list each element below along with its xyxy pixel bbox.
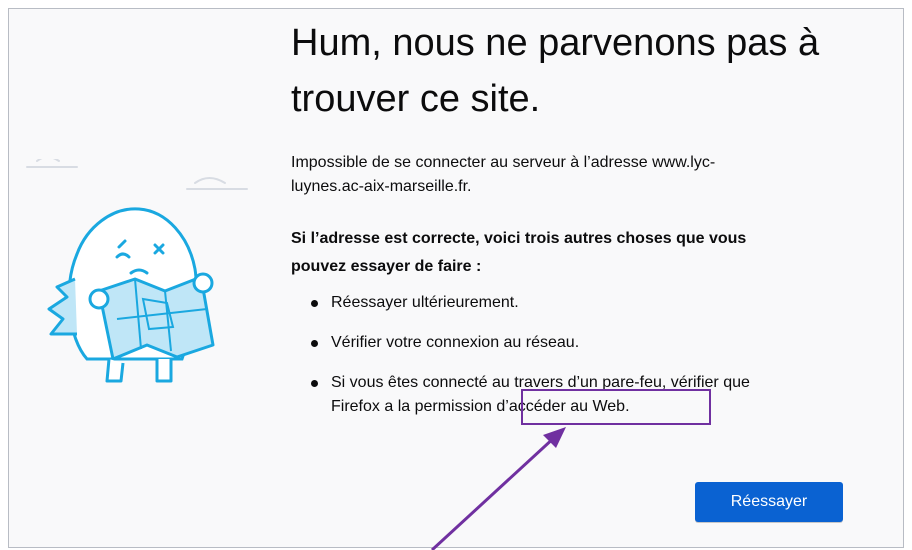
page-title: Hum, nous ne parvenons pas à trouver ce … <box>291 15 891 127</box>
list-item-text: Firefox a la permission d’accéder au Web… <box>331 398 630 415</box>
bullet-icon <box>311 340 318 347</box>
error-description: Impossible de se connecter au serveur à … <box>291 151 851 199</box>
bullet-icon <box>311 300 318 307</box>
list-item-text: Vérifier votre connexion au réseau. <box>331 334 580 351</box>
bullet-icon <box>311 380 318 387</box>
suggestions-heading-line: pouvez essayer de faire : <box>291 258 482 275</box>
list-item: Si vous êtes connecté au travers d’un pa… <box>305 371 845 419</box>
confused-creature-with-map-illustration <box>26 159 248 383</box>
top-strip <box>0 0 912 8</box>
error-description-line: Impossible de se connecter au serveur à … <box>291 154 716 171</box>
page-title-line: trouver ce site. <box>291 78 541 120</box>
suggestions-heading: Si l’adresse est correcte, voici trois a… <box>291 225 851 281</box>
cropped-heading-fragment <box>268 0 658 8</box>
retry-button[interactable]: Réessayer <box>695 482 843 522</box>
suggestions-heading-line: Si l’adresse est correcte, voici trois a… <box>291 230 747 247</box>
page-title-line: Hum, nous ne parvenons pas à <box>291 22 820 64</box>
list-item: Réessayer ultérieurement. <box>305 291 845 315</box>
list-item-text: Réessayer ultérieurement. <box>331 294 519 311</box>
error-description-line: luynes.ac-aix-marseille.fr. <box>291 178 472 195</box>
suggestions-list: Réessayer ultérieurement. Vérifier votre… <box>305 291 845 435</box>
list-item-text: Si vous êtes connecté au travers d’un pa… <box>331 374 750 391</box>
error-page: Hum, nous ne parvenons pas à trouver ce … <box>8 8 904 548</box>
list-item: Vérifier votre connexion au réseau. <box>305 331 845 355</box>
